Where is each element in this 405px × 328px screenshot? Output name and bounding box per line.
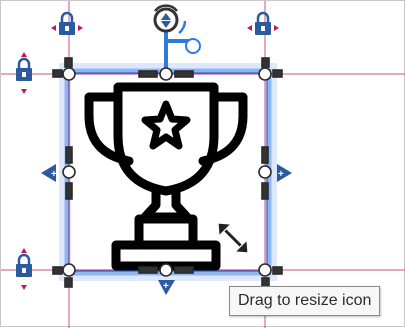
add-left-arrow-icon[interactable]: + — [41, 164, 57, 182]
svg-text:+: + — [163, 281, 169, 292]
icon-editor-stage: + + + — [1, 1, 405, 328]
rotate-handle[interactable] — [153, 4, 201, 54]
svg-text:+: + — [51, 169, 57, 180]
svg-text:+: + — [278, 169, 284, 180]
lock-icon-top-left[interactable] — [51, 11, 83, 35]
lock-icon-left-bottom[interactable] — [16, 248, 32, 290]
resize-tooltip: Drag to resize icon — [229, 286, 381, 316]
lock-icon-left-top[interactable] — [16, 52, 32, 94]
trophy-star-icon[interactable] — [84, 82, 248, 271]
resize-cursor-icon — [217, 222, 249, 254]
editor-canvas: + + + — [0, 0, 405, 328]
add-down-arrow-icon[interactable]: + — [158, 280, 175, 295]
lock-icon-top-right[interactable] — [247, 11, 279, 35]
add-right-arrow-icon[interactable]: + — [277, 164, 292, 182]
